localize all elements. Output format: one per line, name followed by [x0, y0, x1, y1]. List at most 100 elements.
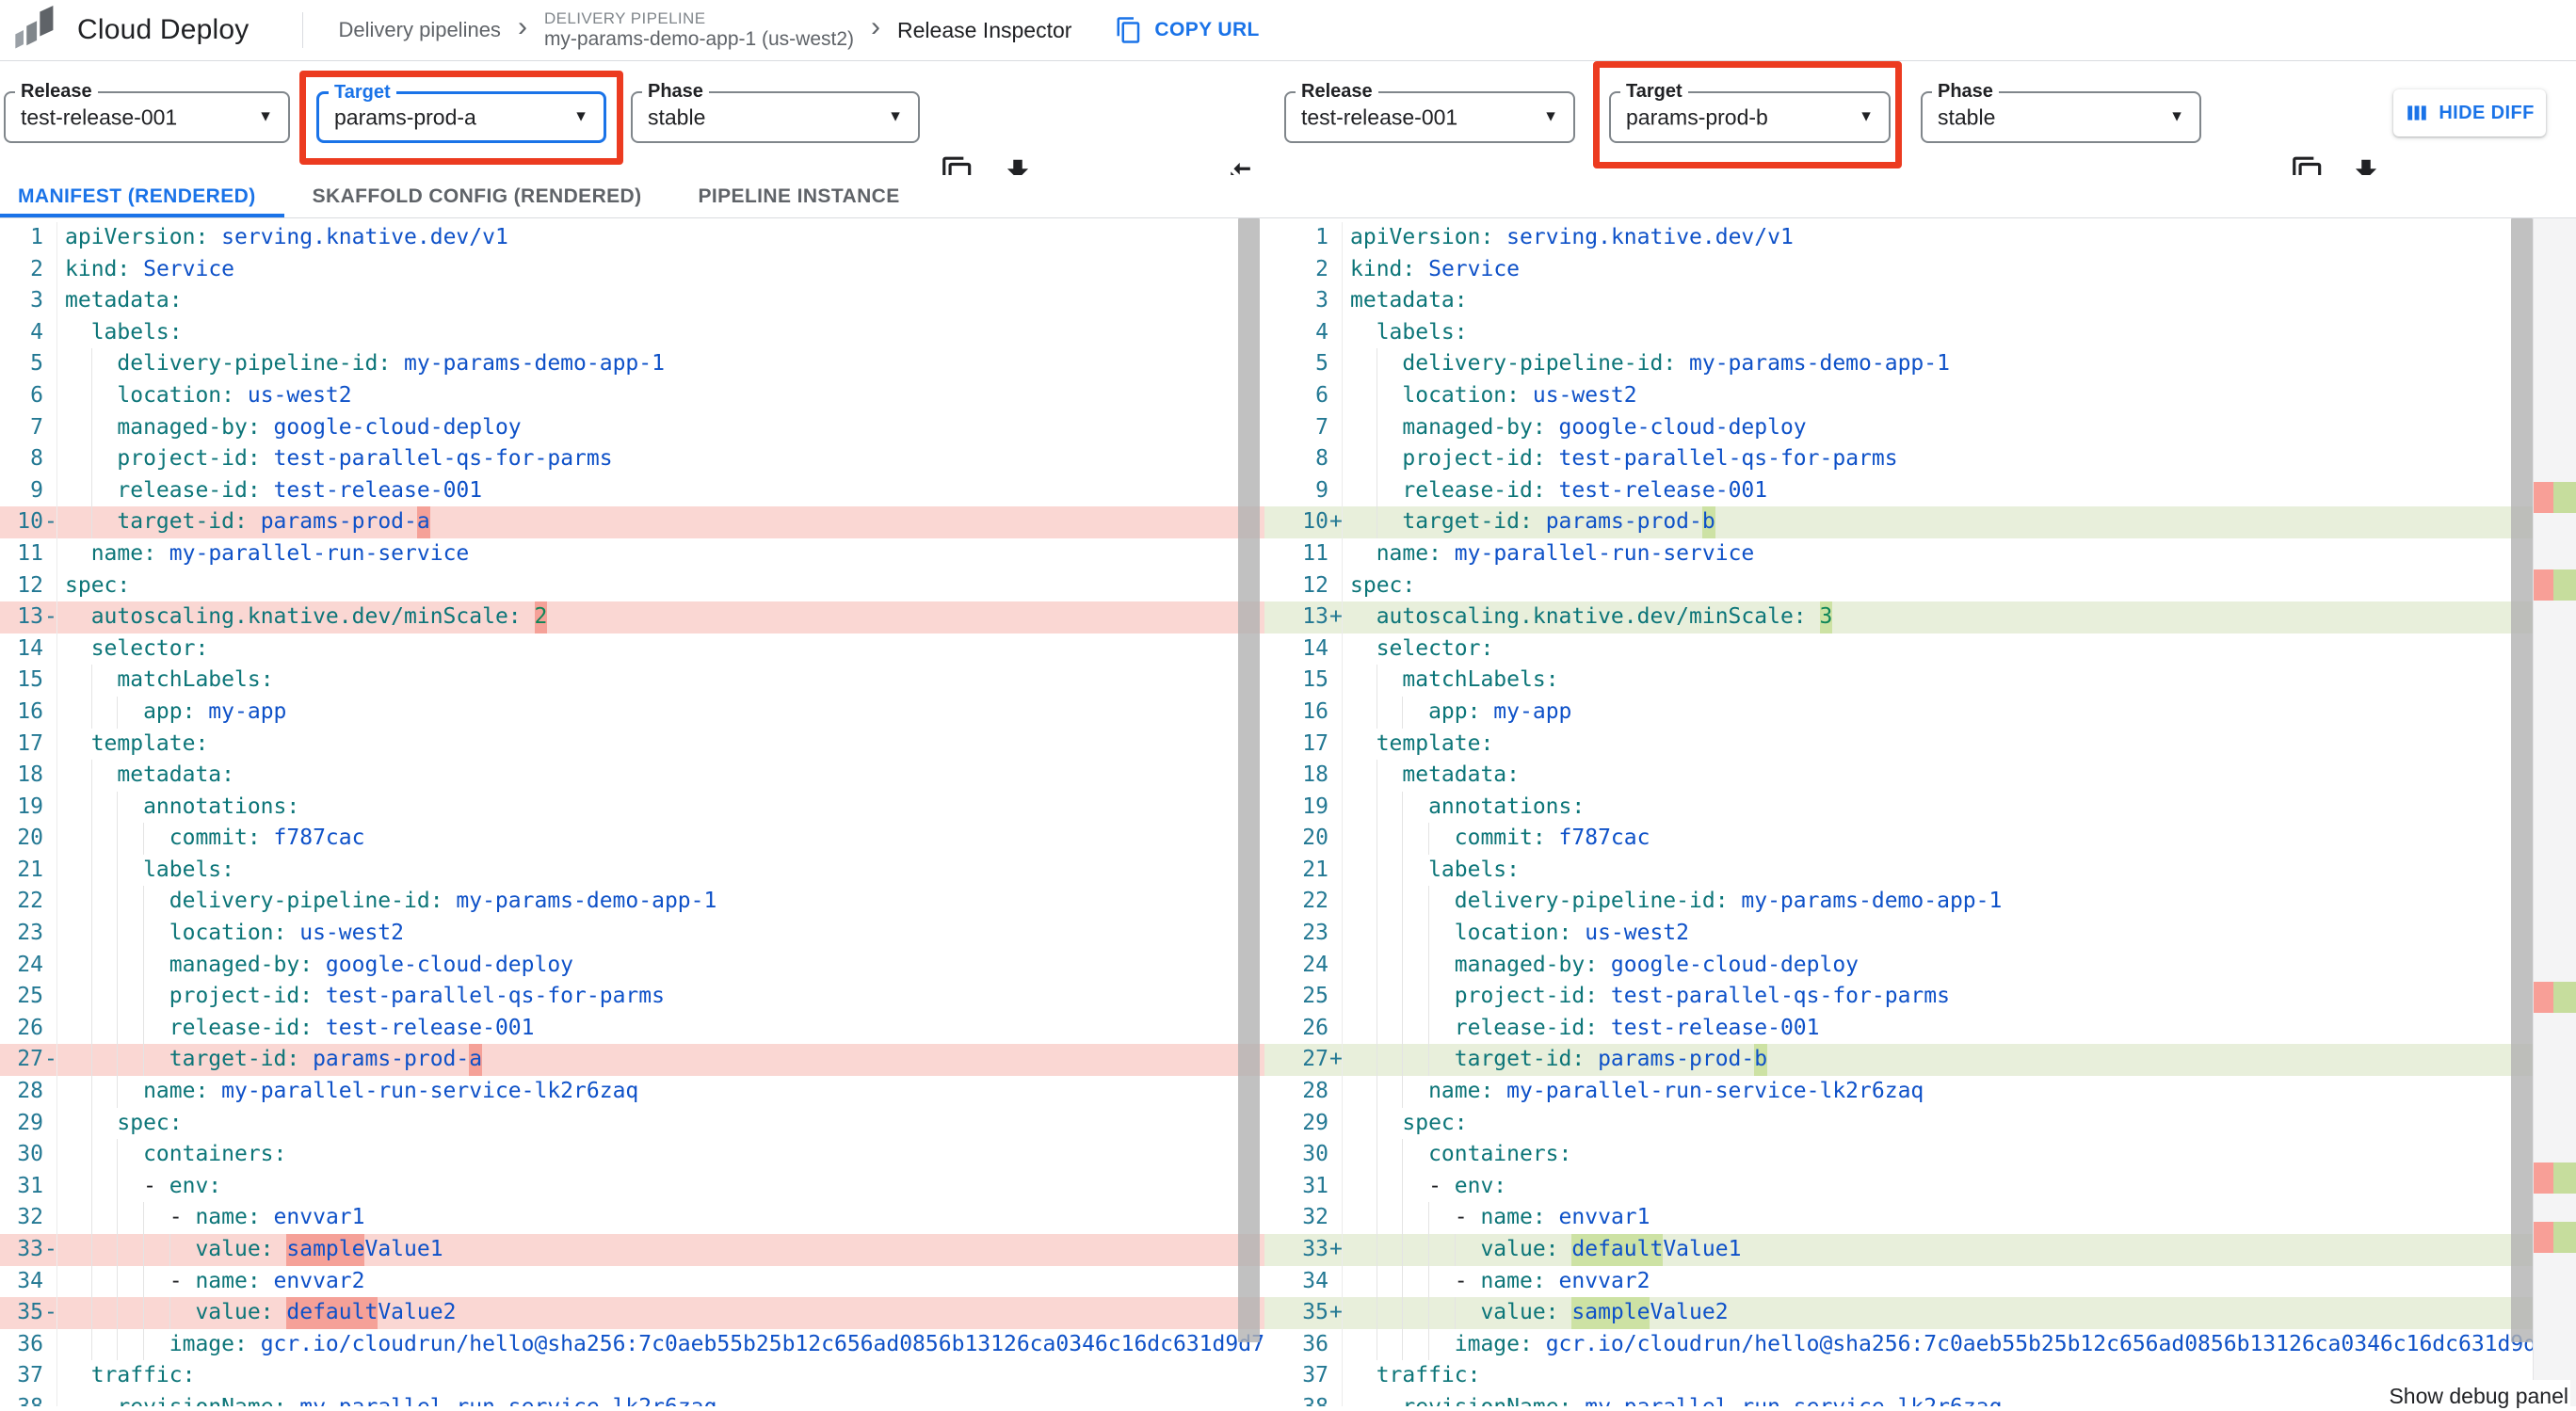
code-token: matchLabels:: [1402, 667, 1559, 693]
code-line: 1 apiVersion: serving.knative.dev/v1: [1264, 222, 2576, 254]
code-token: my-params-demo-app-1: [443, 889, 717, 914]
tab-pipeline-instance[interactable]: PIPELINE INSTANCE: [670, 175, 928, 217]
tab-skaffold-config-rendered[interactable]: SKAFFOLD CONFIG (RENDERED): [284, 175, 670, 217]
line-number: 38: [1264, 1392, 1328, 1406]
right-release-select[interactable]: Release test-release-001 ▼: [1284, 81, 1575, 143]
code-text: containers:: [1342, 1139, 2576, 1171]
right-vertical-scrollbar[interactable]: [2511, 218, 2533, 1342]
indent-guide: [117, 1234, 143, 1266]
diff-marker[interactable]: [2534, 569, 2576, 601]
code-line: 2 kind: Service: [1264, 253, 2576, 286]
indent-guide: [65, 1266, 91, 1298]
code-line: 13 + autoscaling.knative.dev/minScale: 3: [1264, 601, 2576, 633]
indent-guide: [65, 792, 91, 824]
left-target-select[interactable]: Target params-prod-a ▼: [316, 82, 606, 143]
code-line: 14 selector:: [0, 633, 1264, 665]
indent-guide: [91, 855, 118, 887]
indent-guide: [117, 1266, 143, 1298]
code-token: params-prod-: [299, 1047, 470, 1072]
code-token: sample: [1571, 1297, 1650, 1329]
diff-sign: [1328, 348, 1342, 380]
indent-guide: [1402, 697, 1428, 729]
line-number: 6: [1315, 382, 1328, 408]
code-text: target-id: params-prod-b: [1342, 506, 2576, 538]
right-phase-select[interactable]: Phase stable ▼: [1921, 81, 2201, 143]
code-text: target-id: params-prod-b: [1342, 1044, 2576, 1077]
diff-marker[interactable]: [2534, 982, 2576, 1013]
diff-sign: [1328, 1266, 1342, 1298]
line-number: 22: [1302, 889, 1328, 914]
code-text: - env:: [1342, 1170, 2576, 1203]
left-vertical-scrollbar[interactable]: [1238, 218, 1260, 1342]
indent-guide: [65, 317, 91, 349]
diff-marker[interactable]: [2534, 482, 2576, 513]
indent-guide: [65, 760, 91, 792]
code-line: 20 commit: f787cac: [0, 823, 1264, 855]
line-number: 9: [1315, 477, 1328, 503]
line-number: 5: [1315, 351, 1328, 377]
tab-manifest-rendered[interactable]: MANIFEST (RENDERED): [0, 175, 284, 217]
diff-overview-ruler[interactable]: [2533, 218, 2576, 1406]
diff-sign: -: [44, 604, 57, 630]
indent-guide: [1377, 475, 1403, 507]
code-token: -: [169, 1205, 196, 1230]
code-text: labels:: [1342, 854, 2576, 887]
diff-marker[interactable]: [2534, 1222, 2576, 1253]
right-target-select[interactable]: Target params-prod-b ▼: [1609, 81, 1891, 143]
code-text: autoscaling.knative.dev/minScale: 3: [1342, 601, 2576, 633]
line-number: 11: [1302, 540, 1328, 566]
code-line: 26 release-id: test-release-001: [1264, 1012, 2576, 1045]
line-number: 24: [1302, 952, 1328, 977]
indent-guide: [65, 1171, 91, 1203]
indent-guide: [1402, 981, 1428, 1013]
pipeline-kind-label: DELIVERY PIPELINE: [543, 9, 706, 28]
code-token: name:: [1376, 540, 1441, 566]
code-text: project-id: test-parallel-qs-for-parms: [56, 443, 1264, 475]
line-number: 33: [17, 1237, 43, 1261]
indent-guide: [117, 918, 143, 950]
indent-guide: [1350, 1013, 1377, 1045]
code-line: 17 template:: [1264, 728, 2576, 761]
code-line: 32 - name: envvar1: [1264, 1202, 2576, 1234]
code-token: -: [1377, 1392, 1403, 1406]
code-token: containers:: [143, 1142, 287, 1167]
code-token: Value2: [1650, 1300, 1729, 1325]
code-token: location:: [169, 921, 287, 946]
indent-guide: [1402, 1234, 1428, 1266]
copy-url-button[interactable]: COPY URL: [1115, 16, 1259, 44]
line-number: 6: [30, 382, 43, 408]
code-token: release-id:: [117, 477, 261, 503]
indent-guide: [1377, 380, 1403, 412]
diff-marker[interactable]: [2534, 1162, 2576, 1194]
left-release-select[interactable]: Release test-release-001 ▼: [4, 81, 290, 143]
code-token: envvar1: [1545, 1205, 1650, 1230]
indent-guide: [1350, 1202, 1377, 1234]
breadcrumb-pipeline[interactable]: DELIVERY PIPELINE my-params-demo-app-1 (…: [544, 9, 854, 51]
left-phase-select[interactable]: Phase stable ▼: [631, 81, 920, 143]
code-text: labels:: [56, 316, 1264, 349]
inspector-tabs: MANIFEST (RENDERED) SKAFFOLD CONFIG (REND…: [0, 175, 2576, 218]
diff-sign: [43, 792, 56, 824]
code-text: matchLabels:: [56, 665, 1264, 697]
indent-guide: [91, 981, 118, 1013]
hide-diff-button[interactable]: HIDE DIFF: [2393, 89, 2546, 136]
indent-guide: [1350, 729, 1377, 761]
indent-guide: [1377, 1234, 1403, 1266]
breadcrumb-delivery-pipelines[interactable]: Delivery pipelines: [339, 18, 501, 42]
code-token: revisionName:: [117, 1392, 286, 1406]
indent-guide: [1350, 855, 1377, 887]
code-line: 29 spec:: [0, 1107, 1264, 1140]
show-debug-panel-link[interactable]: Show debug panel: [2375, 1380, 2570, 1411]
code-text: annotations:: [56, 791, 1264, 824]
line-number: 16: [17, 698, 43, 724]
diff-sign: [1328, 633, 1342, 665]
code-line: 18 metadata:: [1264, 760, 2576, 792]
code-line: 15 matchLabels:: [1264, 665, 2576, 697]
indent-guide: [65, 1013, 91, 1045]
code-token: managed-by:: [169, 952, 314, 977]
indent-guide: [143, 981, 169, 1013]
code-token: my-parallel-run-service: [1441, 540, 1755, 566]
code-line: 32 - name: envvar1: [0, 1202, 1264, 1234]
